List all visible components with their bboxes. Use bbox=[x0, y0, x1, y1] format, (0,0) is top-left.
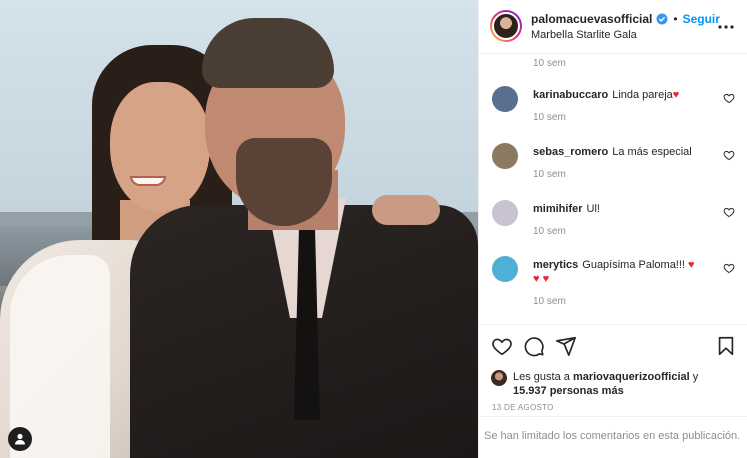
photo-woman-face bbox=[110, 82, 210, 212]
commenter-avatar[interactable] bbox=[492, 200, 518, 226]
share-icon[interactable] bbox=[555, 335, 577, 357]
likes-prefix: Les gusta a bbox=[513, 371, 570, 383]
photo-man-hair bbox=[202, 18, 334, 88]
commenter-username[interactable]: sebas_romero bbox=[533, 146, 608, 158]
liker-avatar[interactable] bbox=[491, 370, 507, 386]
heart-icon[interactable] bbox=[491, 335, 513, 357]
comment-emoji: ♥ bbox=[672, 89, 680, 101]
heart-icon[interactable] bbox=[723, 206, 735, 218]
post-actions: Les gusta a mariovaquerizoofficial y 15.… bbox=[479, 324, 747, 414]
comments-list[interactable]: 10 sem karinabuccaro Linda pareja♥ 10 sem… bbox=[479, 54, 747, 324]
comment-time: 10 sem bbox=[533, 58, 566, 69]
owner-username[interactable]: palomacuevasofficial bbox=[531, 12, 652, 26]
user-tag-icon[interactable] bbox=[8, 427, 32, 451]
post-header: palomacuevasofficial • Seguir Marbella S… bbox=[479, 0, 747, 54]
comment-text-line: sebas_romero La más especial bbox=[533, 145, 723, 159]
comment-time: 10 sem bbox=[533, 226, 566, 237]
commenter-username[interactable]: mimihifer bbox=[533, 203, 583, 215]
commenter-username[interactable]: merytics bbox=[533, 259, 578, 271]
likes-summary: Les gusta a mariovaquerizoofficial y 15.… bbox=[491, 370, 698, 398]
comment-time: 10 sem bbox=[533, 296, 566, 307]
comment-text: Ul! bbox=[586, 203, 600, 215]
photo-woman-hand bbox=[372, 195, 440, 225]
more-options-icon[interactable] bbox=[715, 16, 737, 38]
comment-emoji: ♥ bbox=[688, 259, 695, 271]
likes-conj: y bbox=[692, 371, 699, 383]
comments-limited-notice: Se han limitado los comentarios en esta … bbox=[479, 416, 747, 458]
comment-icon[interactable] bbox=[523, 335, 545, 357]
post-location[interactable]: Marbella Starlite Gala bbox=[531, 29, 637, 41]
commenter-avatar[interactable] bbox=[492, 143, 518, 169]
liker-username[interactable]: mariovaquerizoofficial bbox=[573, 371, 690, 383]
post-date[interactable]: 13 DE AGOSTO bbox=[492, 403, 554, 412]
comment-text-line: mimihifer Ul! bbox=[533, 202, 723, 216]
separator-dot: • bbox=[673, 12, 678, 26]
photo-woman-smile bbox=[130, 176, 166, 186]
commenter-avatar[interactable] bbox=[492, 256, 518, 282]
comment-text-line: karinabuccaro Linda pareja♥ bbox=[533, 88, 723, 102]
bookmark-icon[interactable] bbox=[715, 335, 737, 357]
owner-avatar[interactable] bbox=[490, 10, 522, 42]
comment-time: 10 sem bbox=[533, 169, 566, 180]
owner-line: palomacuevasofficial • Seguir bbox=[531, 12, 720, 26]
heart-icon[interactable] bbox=[723, 149, 735, 161]
comment-text-line: merytics Guapísima Paloma!!! ♥ ♥ ♥ bbox=[533, 258, 723, 286]
post-side-panel: palomacuevasofficial • Seguir Marbella S… bbox=[478, 0, 747, 458]
comment-text: La más especial bbox=[612, 146, 692, 158]
commenter-avatar[interactable] bbox=[492, 86, 518, 112]
commenter-username[interactable]: karinabuccaro bbox=[533, 89, 608, 101]
comment-time: 10 sem bbox=[533, 112, 566, 123]
heart-icon[interactable] bbox=[723, 92, 735, 104]
likes-count[interactable]: 15.937 personas más bbox=[513, 385, 624, 397]
comment-text: Linda pareja bbox=[612, 89, 673, 101]
heart-icon[interactable] bbox=[723, 262, 735, 274]
post-photo[interactable] bbox=[0, 0, 478, 458]
likes-text: Les gusta a mariovaquerizoofficial y 15.… bbox=[513, 370, 698, 398]
comment-emoji-line: ♥ ♥ bbox=[533, 273, 550, 285]
comment-text: Guapísima Paloma!!! bbox=[582, 259, 685, 271]
verified-badge-icon bbox=[656, 13, 668, 25]
